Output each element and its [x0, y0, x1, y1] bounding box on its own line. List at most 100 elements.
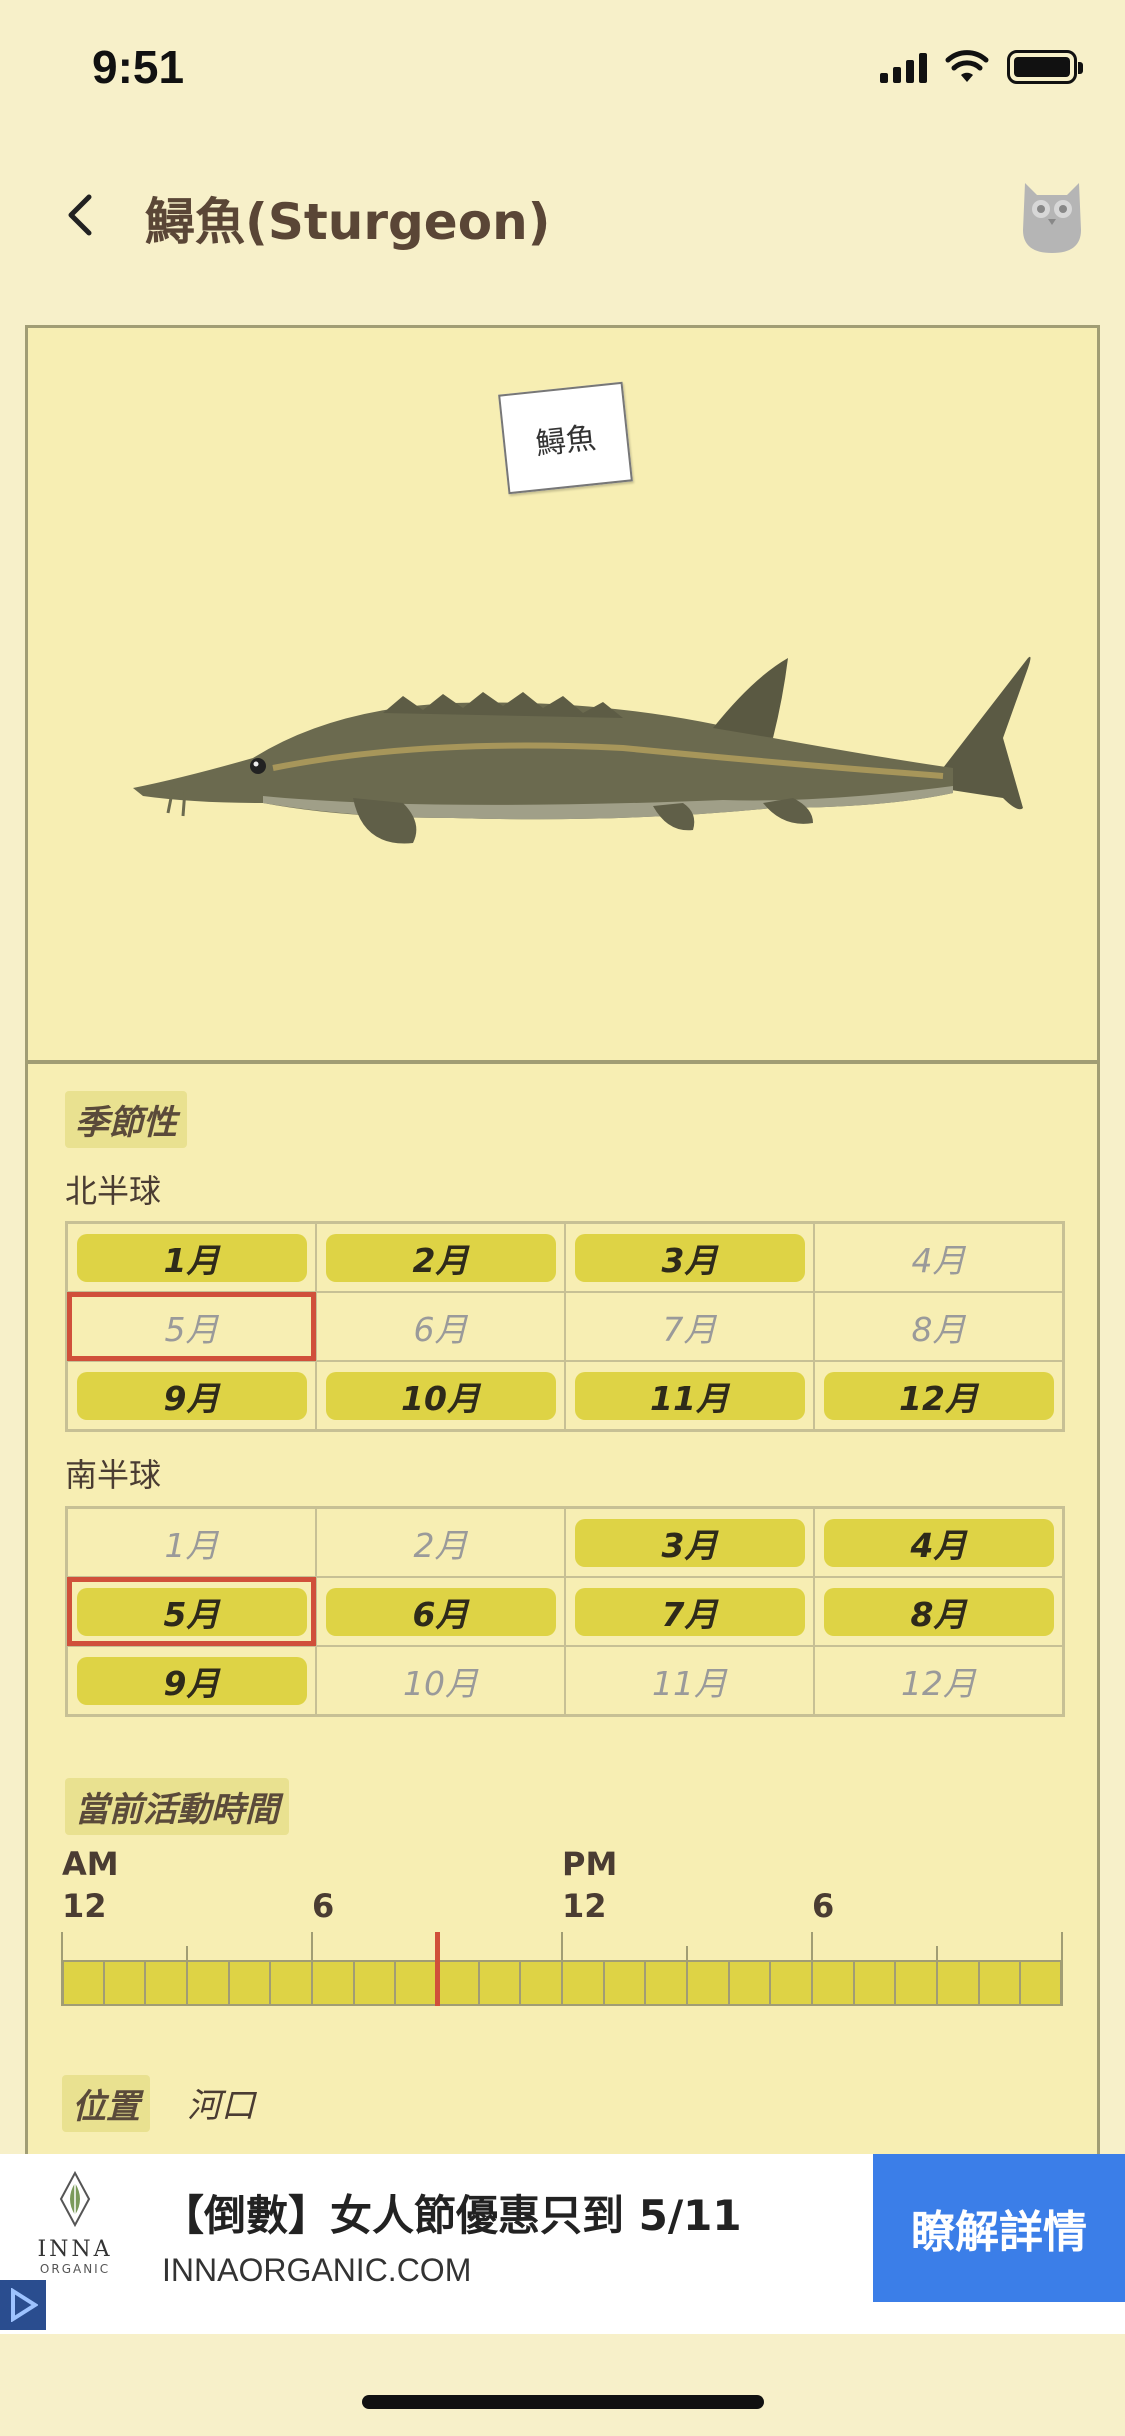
month-label: 11月: [574, 1371, 805, 1420]
south-month-cell: 12月: [814, 1646, 1063, 1715]
timeline-tick: [1019, 1960, 1021, 2006]
north-month-cell: 2月: [316, 1223, 565, 1292]
timeline-tick: [936, 1946, 938, 2006]
home-indicator[interactable]: [362, 2395, 764, 2409]
timeline-tick: [686, 1946, 688, 2006]
tick-label: 6: [312, 1887, 335, 1925]
month-label: 4月: [911, 1240, 966, 1280]
pm-label: PM: [562, 1845, 618, 1883]
south-month-cell: 10月: [316, 1646, 565, 1715]
month-label: 5月: [76, 1587, 307, 1636]
timeline-tick: [311, 1932, 313, 2006]
month-label: 7月: [574, 1587, 805, 1636]
current-time-marker: [435, 1932, 440, 2006]
timeline-tick: [1061, 1932, 1063, 2006]
north-hemisphere-label: 北半球: [65, 1172, 162, 1210]
activity-time-label: 當前活動時間: [65, 1778, 289, 1835]
timeline-tick: [61, 1932, 63, 2006]
activity-timeline: [61, 1932, 1063, 2006]
location-label: 位置: [62, 2075, 150, 2132]
cellular-signal-icon: [880, 51, 927, 83]
south-month-cell: 9月: [67, 1646, 316, 1715]
north-month-cell: 12月: [814, 1361, 1063, 1430]
south-month-cell: 4月: [814, 1508, 1063, 1577]
month-label: 10月: [403, 1663, 478, 1703]
tick-label: 12: [562, 1887, 607, 1925]
timeline-tick: [853, 1960, 855, 2006]
adchoices-icon[interactable]: [0, 2280, 46, 2330]
south-month-grid: 1月 2月 3月 4月 5月 6月 7月 8月 9月 10月 11月 12月: [65, 1506, 1065, 1717]
leaf-logo-icon: [59, 2170, 91, 2228]
ad-headline[interactable]: 【倒數】女人節優惠只到 5/11: [162, 2182, 742, 2243]
month-label: 3月: [574, 1233, 805, 1282]
south-month-cell: 1月: [67, 1508, 316, 1577]
timeline-tick: [978, 1960, 980, 2006]
owl-button[interactable]: [1017, 175, 1087, 255]
month-label: 11月: [652, 1663, 727, 1703]
ad-logo-subtext: ORGANIC: [39, 2262, 111, 2276]
month-label: 5月: [164, 1309, 219, 1349]
month-label: 1月: [164, 1525, 219, 1565]
timeline-tick: [519, 1960, 521, 2006]
page-title: 鱘魚(Sturgeon): [145, 193, 551, 251]
north-month-cell: 10月: [316, 1361, 565, 1430]
month-label: 2月: [413, 1525, 468, 1565]
timeline-tick: [728, 1960, 730, 2006]
timeline-tick: [811, 1932, 813, 2006]
wifi-icon: [945, 50, 989, 82]
month-label: 6月: [325, 1587, 556, 1636]
month-label: 7月: [662, 1309, 717, 1349]
timeline-tick: [353, 1960, 355, 2006]
back-button[interactable]: [50, 185, 110, 245]
south-month-cell: 6月: [316, 1577, 565, 1646]
owl-icon: [1023, 183, 1081, 253]
timeline-tick: [561, 1932, 563, 2006]
month-label: 8月: [911, 1309, 966, 1349]
timeline-tick: [644, 1960, 646, 2006]
month-label: 12月: [901, 1663, 976, 1703]
south-month-cell: 2月: [316, 1508, 565, 1577]
month-label: 1月: [76, 1233, 307, 1282]
north-month-cell: 8月: [814, 1292, 1063, 1361]
ad-domain[interactable]: INNAORGANIC.COM: [162, 2252, 471, 2289]
month-label: 2月: [325, 1233, 556, 1282]
south-month-cell: 5月: [67, 1577, 316, 1646]
month-label: 4月: [823, 1518, 1054, 1567]
north-month-cell: 9月: [67, 1361, 316, 1430]
south-month-cell: 11月: [565, 1646, 814, 1715]
north-month-cell: 6月: [316, 1292, 565, 1361]
north-month-cell: 7月: [565, 1292, 814, 1361]
name-tag: 鱘魚: [498, 381, 633, 495]
south-month-cell: 8月: [814, 1577, 1063, 1646]
north-month-cell: 11月: [565, 1361, 814, 1430]
month-label: 12月: [823, 1371, 1054, 1420]
north-month-cell: 5月: [67, 1292, 316, 1361]
month-label: 9月: [76, 1656, 307, 1705]
north-month-cell: 3月: [565, 1223, 814, 1292]
month-label: 3月: [574, 1518, 805, 1567]
south-month-cell: 7月: [565, 1577, 814, 1646]
ad-banner[interactable]: INNA ORGANIC 【倒數】女人節優惠只到 5/11 INNAORGANI…: [0, 2154, 1125, 2334]
month-label: 6月: [413, 1309, 468, 1349]
ad-cta-button[interactable]: 瞭解詳情: [873, 2154, 1125, 2302]
location-value: 河口: [187, 2086, 255, 2126]
timeline-tick: [186, 1946, 188, 2006]
tick-label: 12: [62, 1887, 107, 1925]
timeline-tick: [478, 1960, 480, 2006]
timeline-tick: [228, 1960, 230, 2006]
timeline-tick: [103, 1960, 105, 2006]
header: 鱘魚(Sturgeon): [0, 160, 1125, 270]
south-month-cell: 3月: [565, 1508, 814, 1577]
month-label: 8月: [823, 1587, 1054, 1636]
north-month-cell: 1月: [67, 1223, 316, 1292]
timeline-tick: [269, 1960, 271, 2006]
battery-icon: [1007, 50, 1083, 84]
timeline-tick: [769, 1960, 771, 2006]
status-time: 9:51: [92, 41, 185, 93]
tick-label: 6: [812, 1887, 835, 1925]
ad-logo-text: INNA: [37, 2237, 113, 2262]
month-label: 10月: [325, 1371, 556, 1420]
seasonality-label: 季節性: [65, 1091, 187, 1148]
timeline-tick: [144, 1960, 146, 2006]
time-labels: AM PM 12 6 12 6: [62, 1845, 1062, 1925]
